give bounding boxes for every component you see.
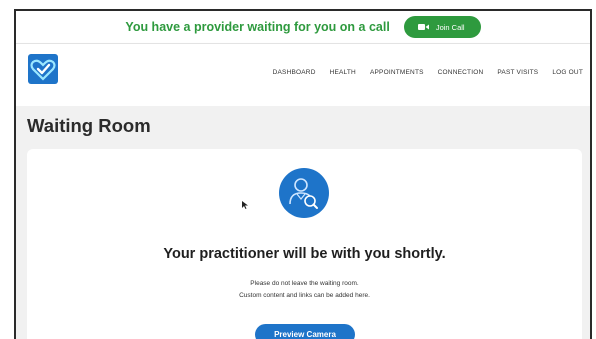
logo[interactable] <box>28 54 58 84</box>
nav-links: DASHBOARD HEALTH APPOINTMENTS CONNECTION… <box>266 69 590 76</box>
heart-check-icon <box>30 59 56 81</box>
nav-appointments[interactable]: APPOINTMENTS <box>363 69 431 76</box>
mouse-cursor-icon <box>242 201 248 209</box>
nav-connection[interactable]: CONNECTION <box>431 69 491 76</box>
nav-past-visits[interactable]: PAST VISITS <box>490 69 545 76</box>
info-line-1: Please do not leave the waiting room. <box>250 280 359 287</box>
main-content: Waiting Room Your practitioner will be w… <box>16 106 590 339</box>
preview-camera-button[interactable]: Preview Camera <box>255 324 355 339</box>
top-nav: DASHBOARD HEALTH APPOINTMENTS CONNECTION… <box>16 44 590 106</box>
app-frame: You have a provider waiting for you on a… <box>14 9 592 339</box>
nav-log-out[interactable]: LOG OUT <box>545 69 590 76</box>
banner-message: You have a provider waiting for you on a… <box>125 20 390 34</box>
call-banner: You have a provider waiting for you on a… <box>16 11 590 44</box>
waiting-info: Please do not leave the waiting room. Cu… <box>27 278 582 302</box>
video-camera-icon <box>417 24 429 30</box>
nav-health[interactable]: HEALTH <box>323 69 363 76</box>
practitioner-search-icon <box>289 178 318 209</box>
info-line-2: Custom content and links can be added he… <box>239 292 370 299</box>
page-title: Waiting Room <box>27 115 151 136</box>
waiting-card: Your practitioner will be with you short… <box>27 149 582 339</box>
join-call-label: Join Call <box>435 22 465 32</box>
waiting-headline: Your practitioner will be with you short… <box>163 246 446 262</box>
nav-dashboard[interactable]: DASHBOARD <box>266 69 323 76</box>
practitioner-avatar <box>279 168 329 218</box>
join-call-button[interactable]: Join Call <box>403 16 481 38</box>
